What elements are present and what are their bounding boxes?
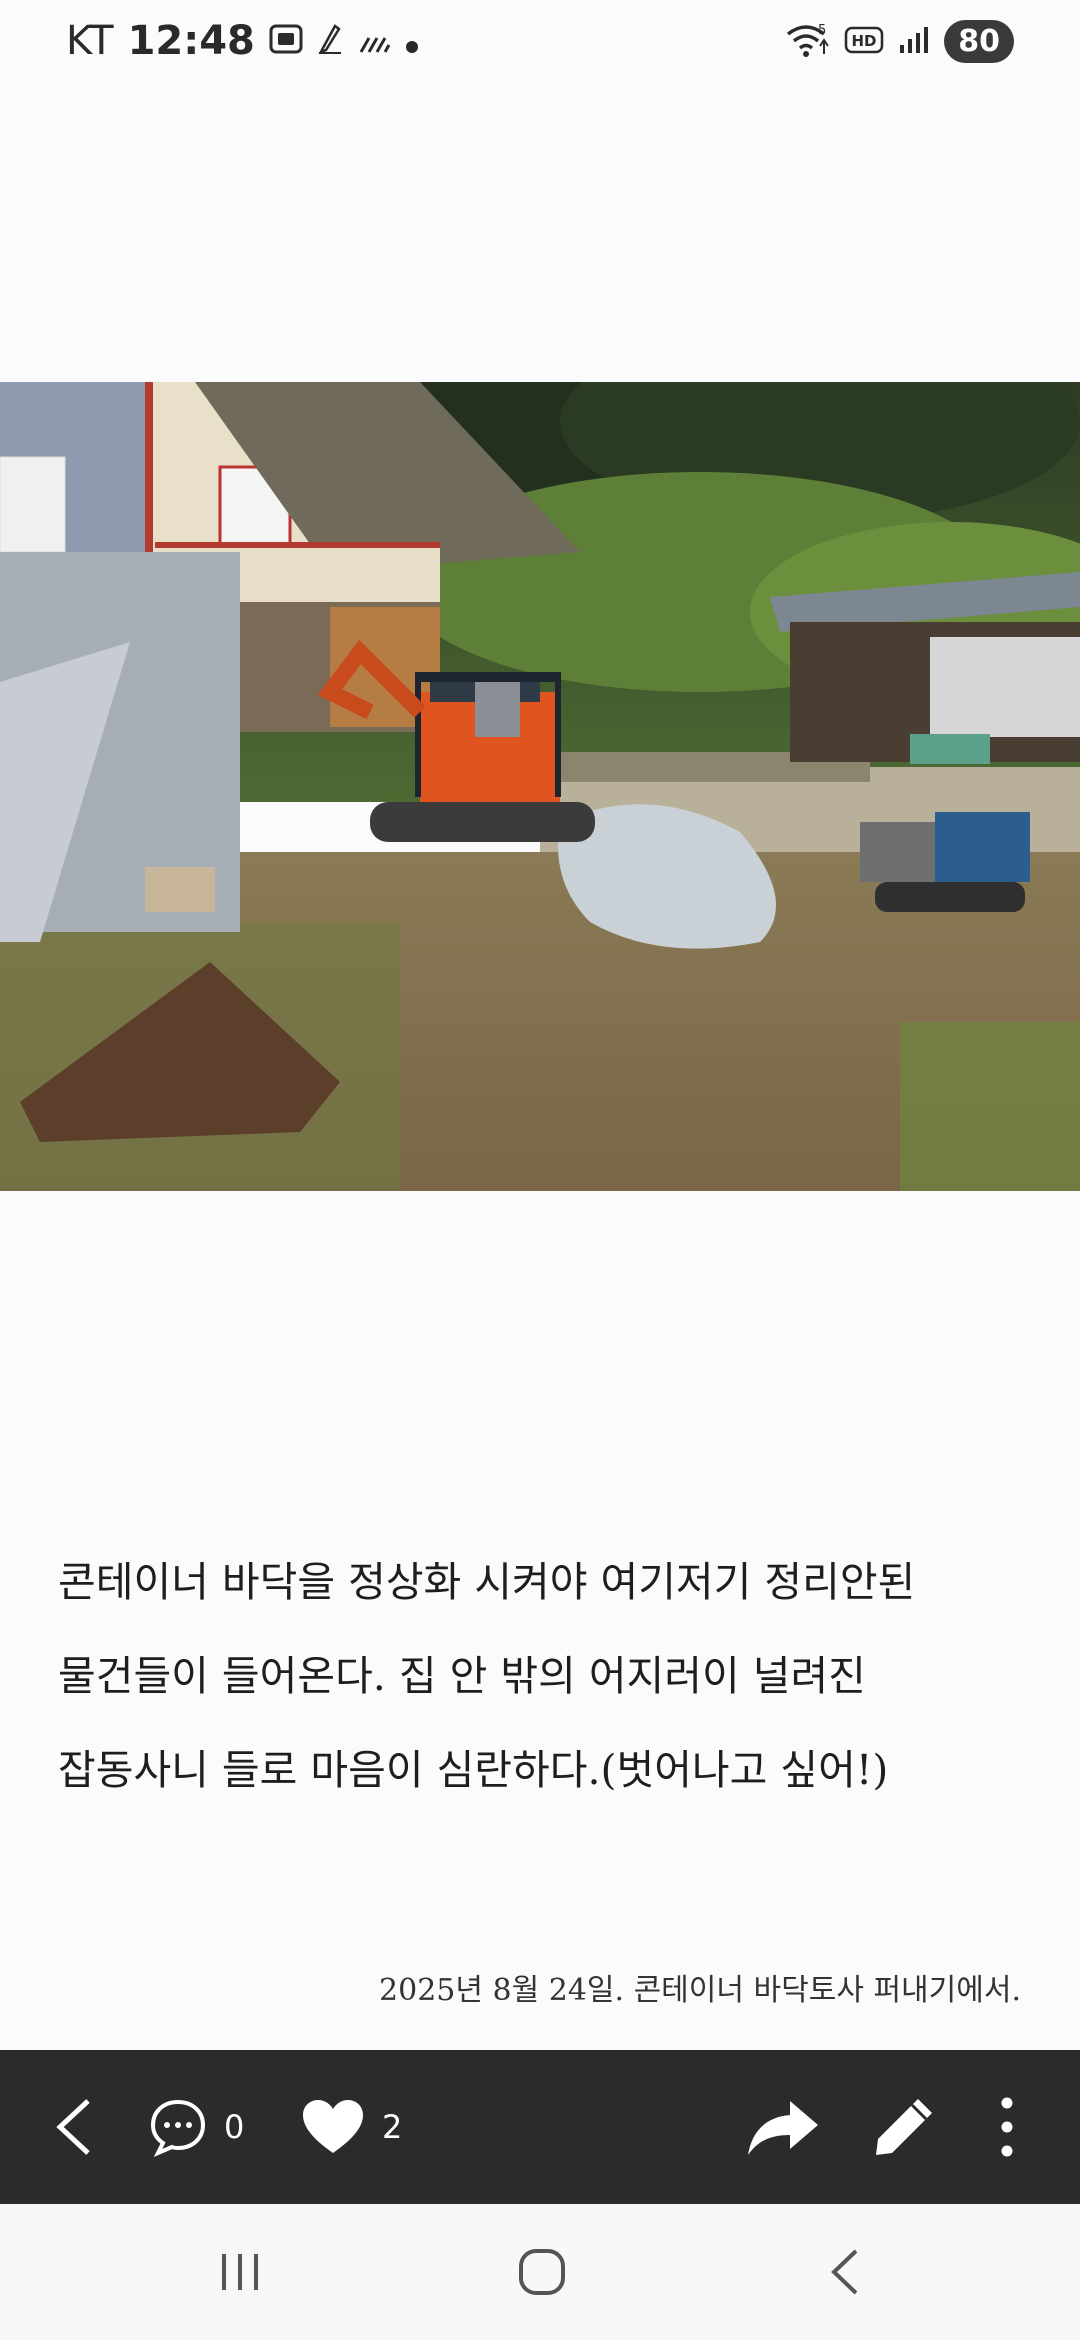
share-arrow-icon — [748, 2101, 818, 2155]
post-line: 잡동사니 들로 마음이 심란하다.(벗어나고 싶어!) — [58, 1746, 889, 1794]
share-button[interactable] — [746, 2050, 820, 2204]
action-bar: 0 2 — [0, 2050, 1080, 2204]
recent-apps-button[interactable] — [180, 2204, 300, 2340]
screenshot-icon — [269, 18, 303, 64]
notification-dot-icon — [405, 18, 419, 64]
recent-apps-icon — [222, 2254, 258, 2290]
system-back-button[interactable] — [786, 2204, 906, 2340]
post-line: 물건들이 들어온다. 집 안 밖의 어지러이 널려진 — [58, 1652, 866, 1700]
pencil-icon — [876, 2099, 932, 2155]
back-icon — [831, 2249, 858, 2295]
edit-button[interactable] — [872, 2050, 936, 2204]
system-nav-bar — [0, 2204, 1080, 2340]
sync-icon — [357, 18, 391, 64]
like-button[interactable]: 2 — [300, 2050, 402, 2204]
hd-label: HD — [852, 32, 877, 50]
post-line: 콘테이너 바닥을 정상화 시켜야 여기저기 정리안된 — [58, 1558, 916, 1606]
carrier-label: KT — [66, 18, 114, 64]
pen-icon — [317, 18, 343, 64]
signal-icon — [898, 25, 930, 59]
wifi-icon: 5 — [784, 22, 830, 62]
home-icon — [519, 2249, 565, 2295]
status-bar: KT 12:48 5 HD 80 — [0, 0, 1080, 84]
home-button[interactable] — [482, 2204, 602, 2340]
chevron-left-icon — [56, 2099, 90, 2155]
comment-button[interactable]: 0 — [148, 2050, 244, 2204]
hd-voice-icon: HD — [844, 26, 884, 58]
post-body: 콘테이너 바닥을 정상화 시켜야 여기저기 정리안된 물건들이 들어온다. 집 … — [58, 1535, 1038, 1817]
clock: 12:48 — [127, 18, 255, 64]
comment-icon — [150, 2099, 206, 2157]
post-caption: 2025년 8월 24일. 콘테이너 바닥토사 퍼내기에서. — [379, 1973, 1021, 2008]
excavator-yard-image — [0, 382, 1080, 1191]
comment-count: 0 — [224, 2108, 245, 2146]
like-count: 2 — [382, 2108, 403, 2146]
more-vertical-icon — [1001, 2097, 1013, 2157]
back-button[interactable] — [50, 2050, 100, 2204]
network-badge: 5 — [818, 23, 826, 38]
heart-icon — [303, 2100, 363, 2153]
more-options-button[interactable] — [995, 2050, 1019, 2204]
battery-indicator: 80 — [944, 20, 1014, 63]
post-photo[interactable] — [0, 382, 1080, 1191]
